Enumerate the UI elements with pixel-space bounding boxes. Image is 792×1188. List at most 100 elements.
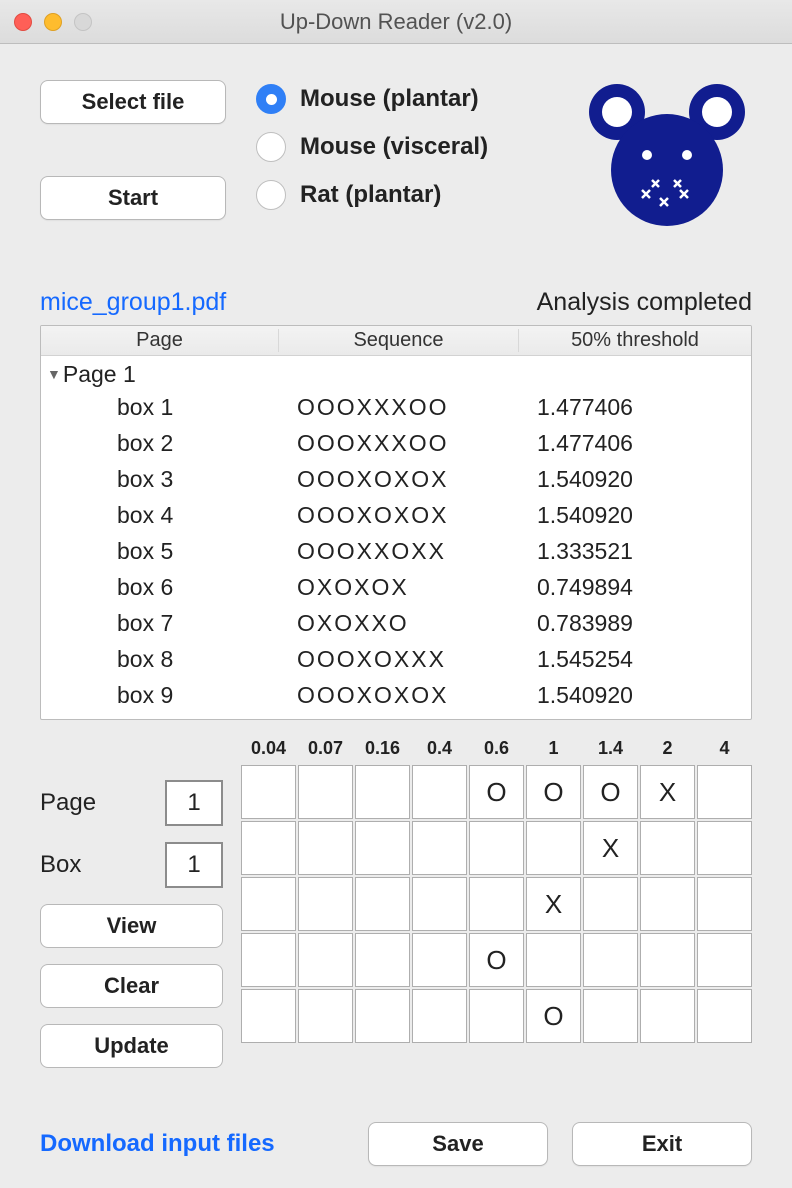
grid-cell[interactable] xyxy=(412,989,467,1043)
grid-cell[interactable] xyxy=(241,765,296,819)
cell-sequence: OOOXOXXX xyxy=(279,646,519,673)
view-button[interactable]: View xyxy=(40,904,223,948)
radio-rat-plantar[interactable]: Rat (plantar) xyxy=(256,180,488,210)
grid-cell[interactable] xyxy=(526,933,581,987)
select-file-button[interactable]: Select file xyxy=(40,80,226,124)
grid-cell[interactable]: O xyxy=(526,765,581,819)
th-sequence[interactable]: Sequence xyxy=(279,329,519,352)
cell-threshold: 1.540920 xyxy=(519,466,751,493)
table-row[interactable]: box 5OOOXXOXX1.333521 xyxy=(41,533,751,569)
grid-cell[interactable] xyxy=(640,877,695,931)
grid-column-header: 0.16 xyxy=(355,738,410,759)
grid-column-header: 0.4 xyxy=(412,738,467,759)
radio-mouse-visceral[interactable]: Mouse (visceral) xyxy=(256,132,488,162)
grid-cell[interactable] xyxy=(640,933,695,987)
grid-cell[interactable] xyxy=(469,821,524,875)
table-row[interactable]: box 4OOOXOXOX1.540920 xyxy=(41,497,751,533)
grid-cell[interactable] xyxy=(412,821,467,875)
grid-cell[interactable] xyxy=(583,877,638,931)
subject-type-radios: Mouse (plantar) Mouse (visceral) Rat (pl… xyxy=(256,80,488,210)
grid-cell[interactable] xyxy=(412,877,467,931)
chevron-down-icon: ▼ xyxy=(47,366,61,382)
grid-cell[interactable] xyxy=(640,821,695,875)
grid-cell[interactable] xyxy=(355,765,410,819)
grid-cell[interactable] xyxy=(298,877,353,931)
grid-cell[interactable] xyxy=(241,933,296,987)
cell-sequence: OOOXOXOX xyxy=(279,682,519,709)
cell-threshold: 0.783989 xyxy=(519,610,751,637)
update-button[interactable]: Update xyxy=(40,1024,223,1068)
start-button[interactable]: Start xyxy=(40,176,226,220)
grid-cell[interactable] xyxy=(469,989,524,1043)
grid-cell[interactable] xyxy=(697,877,752,931)
grid-cell[interactable] xyxy=(469,877,524,931)
grid-cell[interactable]: O xyxy=(469,933,524,987)
radio-label: Rat (plantar) xyxy=(300,181,441,209)
page-input[interactable]: 1 xyxy=(165,780,223,826)
table-group-row[interactable]: ▼Page 1 xyxy=(41,360,751,389)
grid-column-header: 1 xyxy=(526,738,581,759)
cell-threshold: 1.540920 xyxy=(519,502,751,529)
box-input[interactable]: 1 xyxy=(165,842,223,888)
radio-mouse-plantar[interactable]: Mouse (plantar) xyxy=(256,84,488,114)
cell-box: box 7 xyxy=(41,610,279,637)
close-icon[interactable] xyxy=(14,13,32,31)
grid-cell[interactable]: X xyxy=(583,821,638,875)
results-table: Page Sequence 50% threshold ▼Page 1box 1… xyxy=(40,325,752,720)
grid-cell[interactable] xyxy=(697,765,752,819)
grid-cell[interactable] xyxy=(697,989,752,1043)
grid-cell[interactable] xyxy=(412,765,467,819)
grid-cell[interactable]: O xyxy=(583,765,638,819)
grid-cell[interactable] xyxy=(355,989,410,1043)
radio-icon[interactable] xyxy=(256,132,286,162)
grid-cell[interactable]: X xyxy=(640,765,695,819)
grid-cell[interactable] xyxy=(298,933,353,987)
filename-link[interactable]: mice_group1.pdf xyxy=(40,288,226,317)
grid-cell[interactable] xyxy=(298,821,353,875)
table-row[interactable]: box 8OOOXOXXX1.545254 xyxy=(41,641,751,677)
grid-cell[interactable] xyxy=(241,877,296,931)
grid-cell[interactable] xyxy=(583,989,638,1043)
download-input-files-link[interactable]: Download input files xyxy=(40,1130,275,1158)
minimize-icon[interactable] xyxy=(44,13,62,31)
grid-cell[interactable] xyxy=(355,933,410,987)
cell-box: box 1 xyxy=(41,394,279,421)
table-row[interactable]: box 7OXOXXO0.783989 xyxy=(41,605,751,641)
radio-icon[interactable] xyxy=(256,180,286,210)
cell-box: box 2 xyxy=(41,430,279,457)
table-row[interactable]: box 9OOOXOXOX1.540920 xyxy=(41,677,751,713)
cell-threshold: 0.749894 xyxy=(519,574,751,601)
table-row[interactable]: box 1OOOXXXOO1.477406 xyxy=(41,389,751,425)
save-button[interactable]: Save xyxy=(368,1122,548,1166)
grid-cell[interactable] xyxy=(640,989,695,1043)
th-page[interactable]: Page xyxy=(41,329,279,352)
cell-sequence: OOOXOXOX xyxy=(279,466,519,493)
exit-button[interactable]: Exit xyxy=(572,1122,752,1166)
grid-cell[interactable] xyxy=(412,933,467,987)
box-label: Box xyxy=(40,851,81,879)
grid-cell[interactable] xyxy=(697,933,752,987)
grid-cell[interactable] xyxy=(298,989,353,1043)
cell-box: box 9 xyxy=(41,682,279,709)
th-threshold[interactable]: 50% threshold xyxy=(519,329,751,352)
grid-cell[interactable] xyxy=(355,821,410,875)
cell-sequence: OOOXOXOX xyxy=(279,502,519,529)
grid-cell[interactable] xyxy=(241,821,296,875)
grid-cell[interactable] xyxy=(298,765,353,819)
cell-threshold: 1.477406 xyxy=(519,430,751,457)
grid-cell[interactable]: X xyxy=(526,877,581,931)
grid-cell[interactable] xyxy=(583,933,638,987)
grid-cell[interactable]: O xyxy=(469,765,524,819)
grid-cell[interactable] xyxy=(526,821,581,875)
grid-cell[interactable] xyxy=(241,989,296,1043)
cell-box: box 5 xyxy=(41,538,279,565)
grid-cell[interactable] xyxy=(355,877,410,931)
radio-icon[interactable] xyxy=(256,84,286,114)
cell-box: box 6 xyxy=(41,574,279,601)
grid-cell[interactable] xyxy=(697,821,752,875)
grid-cell[interactable]: O xyxy=(526,989,581,1043)
table-row[interactable]: box 6OXOXOX0.749894 xyxy=(41,569,751,605)
clear-button[interactable]: Clear xyxy=(40,964,223,1008)
table-row[interactable]: box 2OOOXXXOO1.477406 xyxy=(41,425,751,461)
table-row[interactable]: box 3OOOXOXOX1.540920 xyxy=(41,461,751,497)
